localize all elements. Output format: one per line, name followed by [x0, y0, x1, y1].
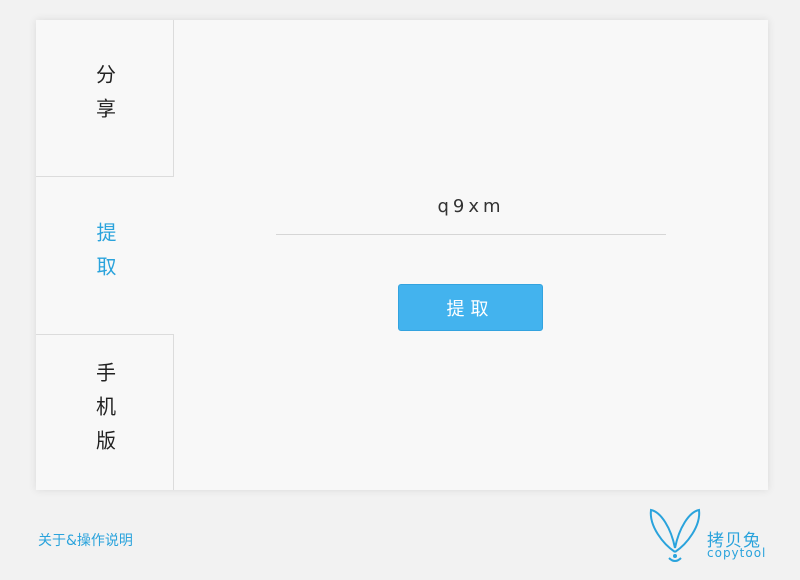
- code-input[interactable]: [276, 186, 666, 226]
- tab-share-label: 分享: [92, 64, 117, 132]
- rabbit-logo-icon: [649, 508, 701, 562]
- logo: 拷贝兔 copytool: [645, 504, 775, 568]
- extract-button[interactable]: 提取: [398, 284, 543, 331]
- extract-area: 提取: [174, 20, 768, 490]
- app-window: 分享 提取 手机版 提取 关于&操作说明 拷贝兔 copytool: [0, 0, 800, 580]
- tab-mobile-label: 手机版: [92, 361, 117, 464]
- help-link[interactable]: 关于&操作说明: [38, 530, 133, 550]
- tab-extract[interactable]: 提取: [36, 177, 174, 334]
- tab-mobile[interactable]: 手机版: [36, 334, 174, 490]
- logo-name-en: copytool: [707, 546, 767, 560]
- code-field[interactable]: [276, 186, 666, 235]
- tab-extract-label: 提取: [93, 221, 117, 290]
- main-panel: 分享 提取 手机版 提取: [36, 20, 768, 490]
- sidebar: 分享 提取 手机版: [36, 20, 174, 490]
- tab-share[interactable]: 分享: [36, 20, 174, 177]
